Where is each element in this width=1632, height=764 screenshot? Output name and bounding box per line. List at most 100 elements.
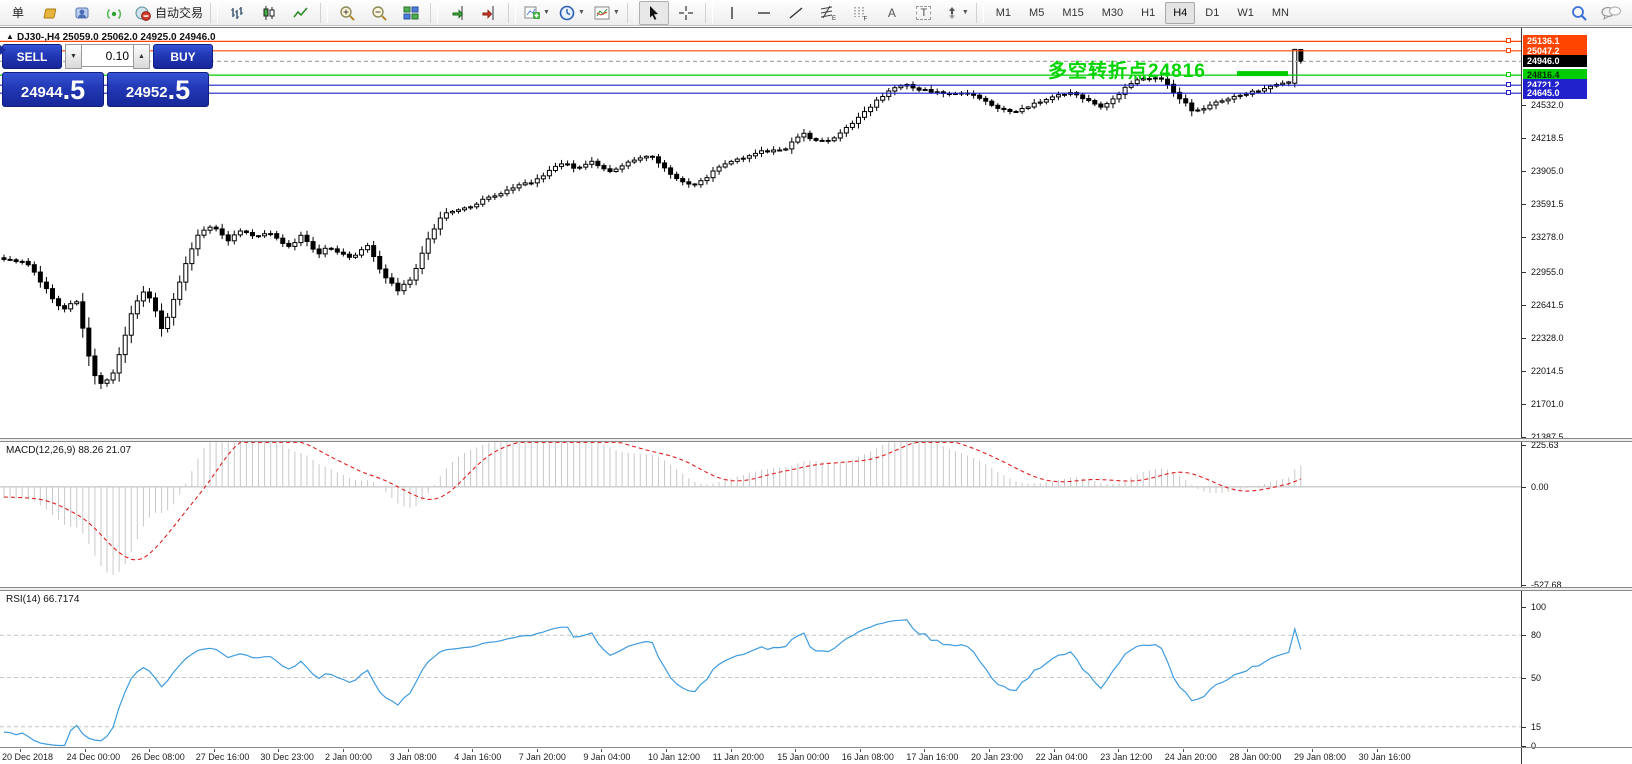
volume-decrease-button[interactable]: ▼ xyxy=(65,44,82,69)
signals-button[interactable] xyxy=(99,1,129,25)
main-chart-canvas[interactable] xyxy=(0,28,1521,439)
timeframe-MN[interactable]: MN xyxy=(1264,2,1297,24)
add-indicator-button[interactable]: ▼ xyxy=(520,1,553,25)
timeframe-M5[interactable]: M5 xyxy=(1021,2,1052,24)
timeframe-M1[interactable]: M1 xyxy=(988,2,1019,24)
vertical-line-button[interactable] xyxy=(717,1,747,25)
time-tick-mark xyxy=(1376,749,1378,752)
price-tick-label: 22014.5 xyxy=(1531,365,1564,376)
macd-tick-mark xyxy=(1522,486,1526,488)
chat-icon[interactable] xyxy=(1600,4,1622,22)
time-axis-label: 11 Jan 20:00 xyxy=(712,752,764,762)
time-tick-mark xyxy=(278,749,280,752)
fibonacci-button[interactable]: E xyxy=(813,1,843,25)
timeframe-M30[interactable]: M30 xyxy=(1094,2,1131,24)
pane-separator[interactable] xyxy=(0,587,1632,591)
chart-window: ▲ DJ30-,H4 25059.0 25062.0 24925.0 24946… xyxy=(0,27,1632,764)
terminal-button[interactable] xyxy=(67,1,97,25)
line-chart-icon xyxy=(293,6,308,17)
time-axis-label: 15 Jan 00:00 xyxy=(777,752,830,762)
price-tick-mark xyxy=(1522,337,1526,339)
arrows-button[interactable]: ▼ xyxy=(941,1,972,25)
toolbar-separator xyxy=(320,2,329,23)
auto-scroll-icon xyxy=(452,5,464,20)
macd-pane-canvas[interactable] xyxy=(0,441,1521,587)
text-label-icon: T xyxy=(916,5,932,20)
chevron-down-icon: ▼ xyxy=(612,9,620,16)
sell-button[interactable]: SELL xyxy=(2,44,62,69)
zoom-out-button[interactable] xyxy=(364,1,394,25)
search-icon[interactable] xyxy=(1570,4,1588,22)
rsi-pane-canvas[interactable] xyxy=(0,590,1521,747)
text-label-button[interactable]: T xyxy=(909,1,939,25)
buy-price-button[interactable]: 24952.5 xyxy=(107,72,209,107)
turning-point-annotation[interactable]: 多空转折点24816 xyxy=(1048,56,1206,83)
rsi-tick-mark xyxy=(1522,726,1526,728)
add-indicator-icon xyxy=(524,6,541,19)
time-axis-label: 29 Jan 08:00 xyxy=(1294,752,1347,762)
bar-chart-button[interactable] xyxy=(222,1,252,25)
profiles-button[interactable] xyxy=(35,1,65,25)
level-handle[interactable] xyxy=(1506,72,1511,78)
price-tick-label: 23278.0 xyxy=(1531,232,1564,243)
timeframe-M15[interactable]: M15 xyxy=(1054,2,1091,24)
macd-indicator-label: MACD(12,26,9) 88.26 21.07 xyxy=(6,445,132,456)
toolbar-right xyxy=(1570,4,1632,22)
periods-button[interactable]: ▼ xyxy=(555,1,588,25)
sell-price-frac: .5 xyxy=(62,75,86,105)
chart-shift-button[interactable] xyxy=(474,1,504,25)
cursor-button[interactable] xyxy=(638,0,669,25)
time-axis[interactable]: 20 Dec 2018 24 Dec 00:00 26 Dec 08:00 27 De… xyxy=(0,749,1521,764)
timeframe-H1[interactable]: H1 xyxy=(1133,2,1163,24)
toolbar-separator xyxy=(626,2,635,23)
crosshair-button[interactable] xyxy=(671,1,701,25)
toolbar-separator xyxy=(430,2,439,23)
level-handle[interactable] xyxy=(1506,38,1511,44)
time-tick-mark xyxy=(1053,749,1055,752)
time-tick-mark xyxy=(666,749,667,752)
time-tick-mark xyxy=(536,749,538,752)
templates-button[interactable]: ▼ xyxy=(590,1,623,25)
time-tick-mark xyxy=(795,749,797,752)
cycle-lines-button[interactable]: F xyxy=(845,1,875,25)
tile-windows-button[interactable] xyxy=(396,1,426,25)
level-handle[interactable] xyxy=(1506,47,1511,53)
time-axis-label: 20 Jan 23:00 xyxy=(971,752,1024,762)
time-axis-label: 20 Dec 2018 xyxy=(2,752,54,762)
time-tick-mark xyxy=(730,749,732,752)
rsi-tick-mark xyxy=(1522,607,1526,608)
autotrading-label: 自动交易 xyxy=(155,6,204,20)
price-axis[interactable]: 24532.0 24218.5 23905.0 23591.5 23278.0 22955… xyxy=(1521,28,1632,764)
buy-button[interactable]: BUY xyxy=(153,44,213,69)
candle-chart-button[interactable] xyxy=(254,1,284,25)
time-axis-label: 22 Jan 04:00 xyxy=(1035,752,1088,762)
sell-price-button[interactable]: 24944.5 xyxy=(2,72,104,107)
volume-input[interactable] xyxy=(82,44,133,67)
time-tick-mark xyxy=(84,749,86,752)
current-price-tag: 24946.0 xyxy=(1523,55,1587,68)
level-handle[interactable] xyxy=(1506,90,1511,96)
timeframe-H4[interactable]: H4 xyxy=(1165,1,1196,24)
profiles-icon xyxy=(43,8,57,18)
auto-scroll-button[interactable] xyxy=(442,1,472,25)
line-chart-button[interactable] xyxy=(286,1,316,25)
trade-panel-collapse-icon[interactable] xyxy=(0,45,6,55)
text-button[interactable]: A xyxy=(877,1,907,25)
vertical-line-icon xyxy=(731,6,733,19)
timeframe-W1[interactable]: W1 xyxy=(1229,2,1262,24)
volume-increase-button[interactable]: ▲ xyxy=(133,44,150,69)
zoom-in-button[interactable] xyxy=(332,1,362,25)
trend-line-button[interactable] xyxy=(781,1,811,25)
price-tick-mark xyxy=(1522,171,1526,173)
time-tick-mark xyxy=(1312,749,1313,752)
new-order-button[interactable]: 单 xyxy=(3,1,33,25)
pane-separator[interactable] xyxy=(0,438,1632,442)
autotrading-icon xyxy=(135,6,151,21)
level-handle[interactable] xyxy=(1506,82,1511,88)
autotrading-button[interactable]: 自动交易 xyxy=(131,1,206,25)
timeframe-D1[interactable]: D1 xyxy=(1197,2,1227,24)
chevron-down-icon: ▼ xyxy=(543,9,550,16)
horizontal-line-button[interactable] xyxy=(749,1,779,25)
bar-chart-icon xyxy=(231,6,244,19)
time-axis-label: 28 Jan 00:00 xyxy=(1229,752,1282,762)
